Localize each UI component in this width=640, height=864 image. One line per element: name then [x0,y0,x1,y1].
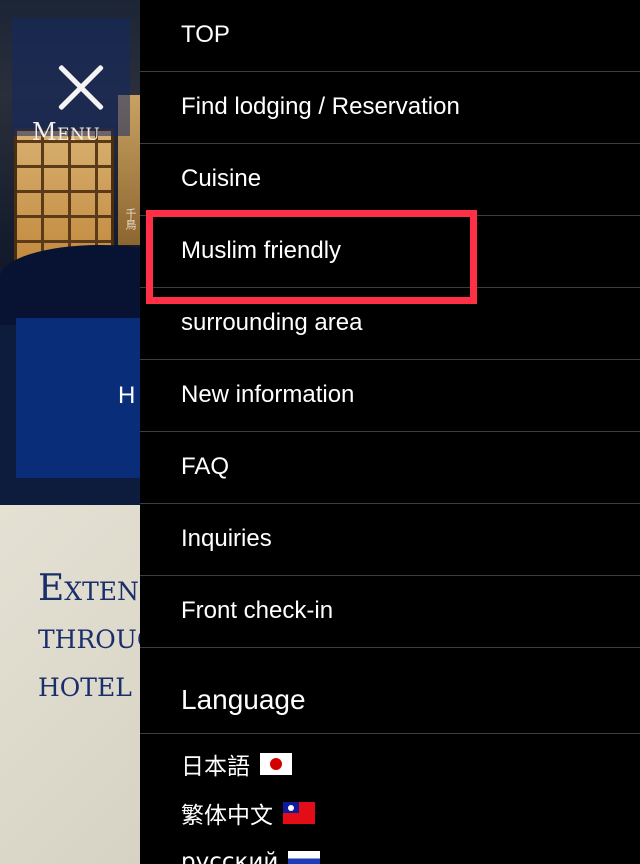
nav-item-find-lodging-reservation[interactable]: Find lodging / Reservation [140,72,640,144]
language-label: 繁体中文 [181,803,273,829]
language-option-traditional-chinese[interactable]: 繁体中文 [181,796,315,830]
russia-flag-icon [288,851,321,864]
nav-item-surrounding-area[interactable]: surrounding area [140,288,640,360]
nav-item-faq[interactable]: FAQ [140,432,640,504]
language-option-russian[interactable]: русский [181,845,321,864]
nav-item-label: TOP [181,21,230,48]
menu-close-button[interactable]: Menu [12,18,130,146]
taiwan-flag-icon [283,802,315,824]
navigation-drawer: TOP Find lodging / Reservation Cuisine M… [140,0,640,864]
nav-list: TOP Find lodging / Reservation Cuisine M… [140,0,640,648]
content-heading: Extend through hotel [38,568,140,705]
nav-item-inquiries[interactable]: Inquiries [140,504,640,576]
nav-item-cuisine[interactable]: Cuisine [140,144,640,216]
hero-sign: 千鳥 [124,208,137,230]
nav-item-label: Muslim friendly [181,237,342,264]
nav-item-label: New information [181,381,355,408]
nav-item-front-check-in[interactable]: Front check-in [140,576,640,648]
nav-item-label: Inquiries [181,525,272,552]
nav-item-label: Cuisine [181,165,262,192]
language-option-japanese[interactable]: 日本語 [181,747,292,781]
nav-item-label: surrounding area [181,309,363,336]
nav-item-top[interactable]: TOP [140,0,640,72]
nav-item-label: Front check-in [181,597,334,624]
close-icon [55,62,107,114]
language-label: русский [181,849,279,864]
language-section-header: Language [140,660,640,734]
language-label: 日本語 [181,754,250,780]
nav-item-new-information[interactable]: New information [140,360,640,432]
hero-card-text: H [118,382,136,409]
nav-item-label: FAQ [181,453,230,480]
menu-label: Menu [32,118,101,146]
nav-item-muslim-friendly[interactable]: Muslim friendly [140,216,640,288]
nav-item-label: Find lodging / Reservation [181,93,460,120]
language-header-label: Language [181,684,306,715]
japan-flag-icon [260,753,292,775]
